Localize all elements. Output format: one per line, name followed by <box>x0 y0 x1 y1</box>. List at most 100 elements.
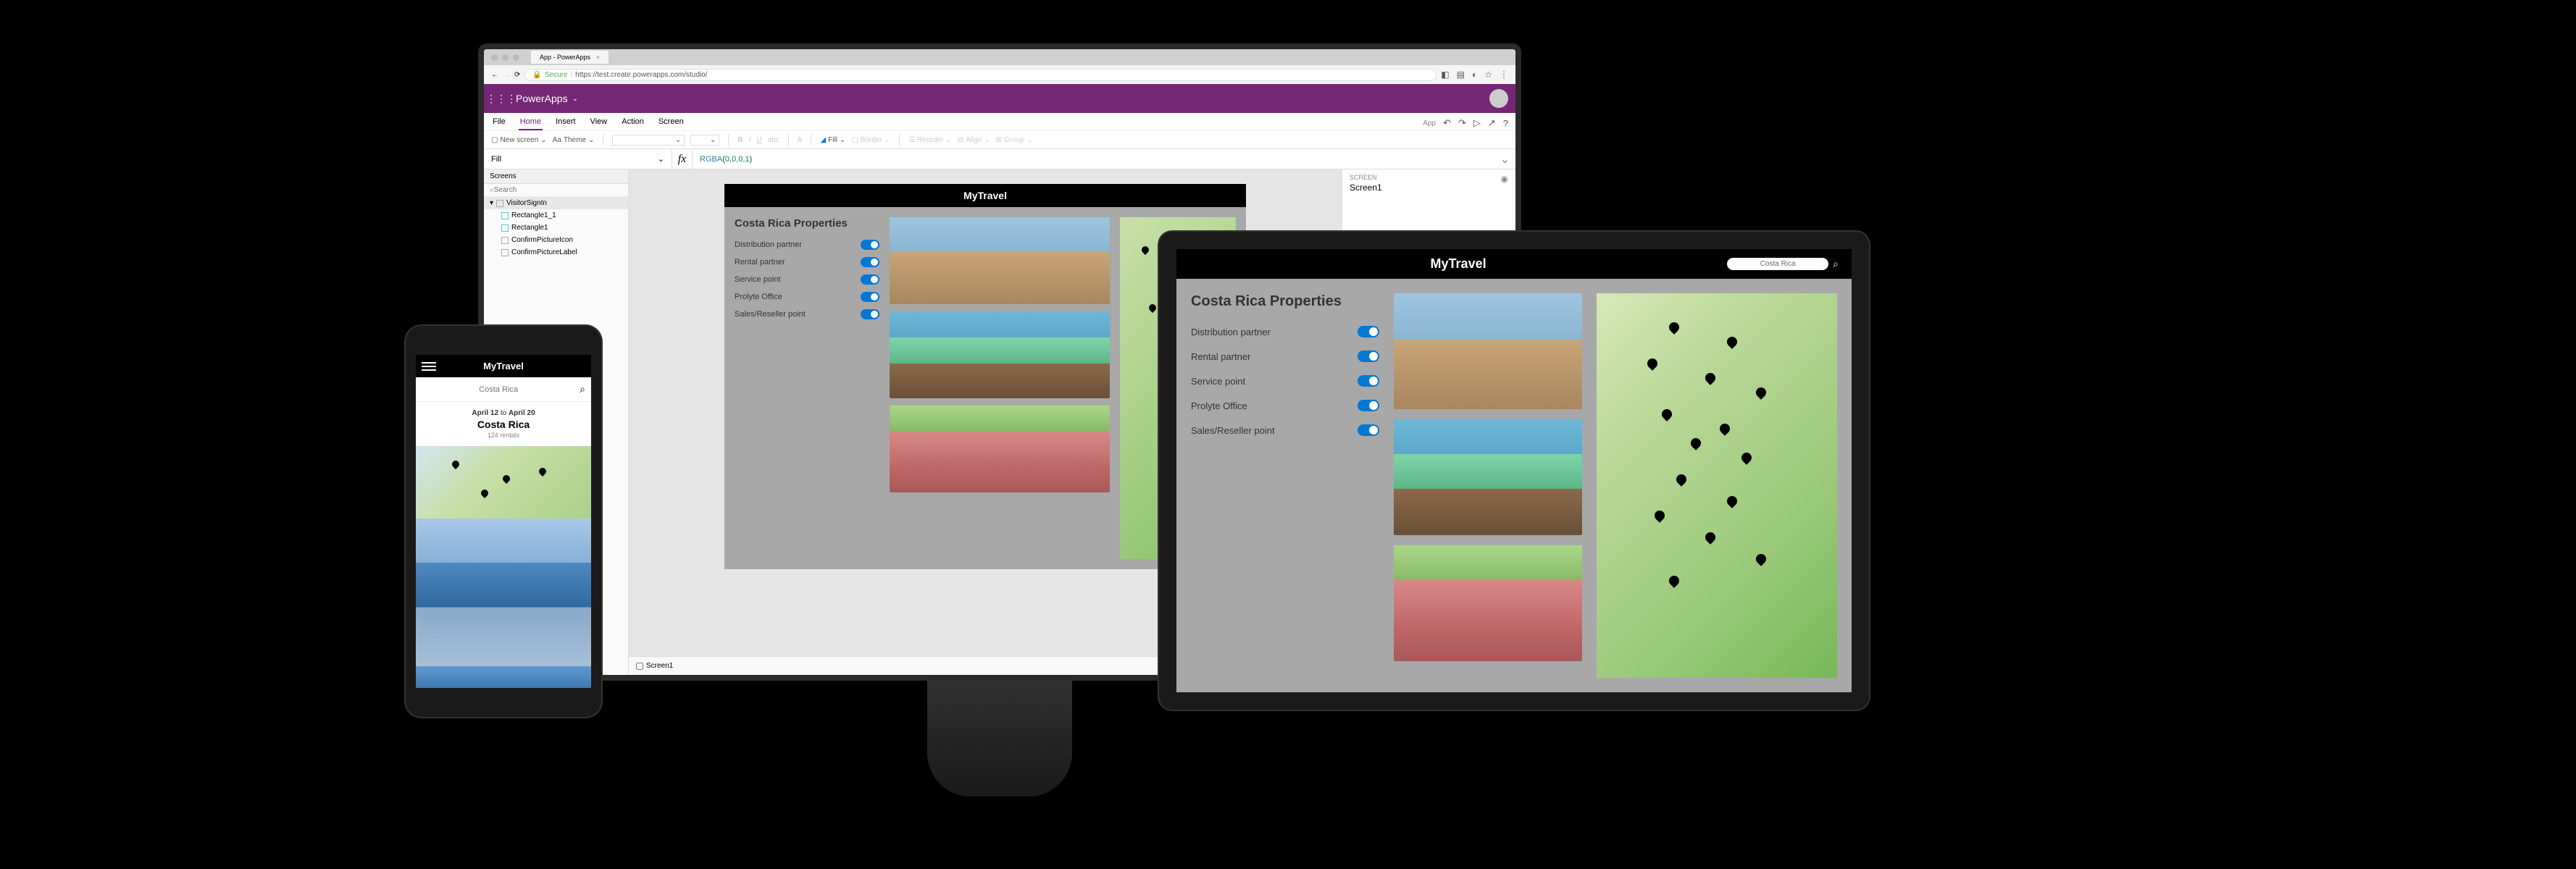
help-icon[interactable]: ? <box>1503 118 1508 129</box>
tab-view[interactable]: View <box>589 116 609 130</box>
map-pin-icon[interactable] <box>1149 304 1156 314</box>
menu-icon[interactable]: ⋮ <box>1500 70 1508 80</box>
toggle-switch[interactable] <box>861 274 879 285</box>
italic-icon[interactable]: I <box>749 136 751 144</box>
property-image[interactable] <box>890 311 1110 398</box>
property-image[interactable] <box>416 666 591 688</box>
nav-back-icon[interactable]: ← <box>491 71 498 79</box>
new-screen-button[interactable]: ▢ New screen ⌄ <box>491 136 547 144</box>
fill-button[interactable]: ◢ Fill ⌄ <box>820 136 845 144</box>
map-pin-icon[interactable] <box>452 461 459 471</box>
align-button[interactable]: ⊟ Align ⌄ <box>958 136 990 144</box>
tree-search[interactable]: ⌕ <box>484 184 628 197</box>
map-pin-icon[interactable] <box>481 490 488 500</box>
map-pin-icon[interactable] <box>1669 322 1679 335</box>
strike-icon[interactable]: abc <box>768 136 779 144</box>
map-pin-icon[interactable] <box>1676 474 1686 487</box>
tab-action[interactable]: Action <box>620 116 645 130</box>
map-pin-icon[interactable] <box>1669 576 1679 589</box>
map-pin-icon[interactable] <box>1756 554 1766 567</box>
tree-item[interactable]: ConfirmPictureIcon <box>484 234 628 246</box>
tab-screen[interactable]: Screen <box>657 116 685 130</box>
underline-icon[interactable]: U <box>756 136 761 144</box>
play-icon[interactable]: ▷ <box>1473 117 1481 129</box>
toggle-switch[interactable] <box>1358 326 1379 337</box>
toggle-switch[interactable] <box>861 240 879 250</box>
tab-home[interactable]: Home <box>519 116 543 130</box>
window-dot[interactable] <box>491 54 498 61</box>
ext-icon[interactable]: ☆ <box>1484 70 1492 80</box>
font-color-icon[interactable]: A <box>798 136 803 144</box>
window-dot[interactable] <box>502 54 509 61</box>
toggle-switch[interactable] <box>1358 424 1379 436</box>
map-pin-icon[interactable] <box>1705 532 1715 545</box>
nav-fwd-icon[interactable]: → <box>503 71 510 79</box>
tree-screen-item[interactable]: ▾ VisitorSignIn <box>484 197 628 209</box>
collapse-icon[interactable]: ▾ <box>490 199 493 207</box>
property-select[interactable]: Fill ⌄ <box>484 149 672 169</box>
search-icon[interactable]: ⌕ <box>580 383 585 395</box>
map-pin-icon[interactable] <box>1142 246 1149 256</box>
search-bar[interactable]: ⌕ <box>416 377 591 402</box>
chevron-down-icon[interactable]: ⌄ <box>572 95 578 103</box>
formula-input[interactable]: RGBA(0,0,0,1) <box>693 154 1494 164</box>
toggle-switch[interactable] <box>1358 350 1379 362</box>
map-pin-icon[interactable] <box>1727 337 1737 350</box>
map-view[interactable] <box>1597 293 1837 678</box>
theme-button[interactable]: Aa Theme ⌄ <box>553 136 595 144</box>
props-menu-icon[interactable]: ◉ <box>1501 174 1508 184</box>
toggle-switch[interactable] <box>861 292 879 302</box>
reload-icon[interactable]: ⟳ <box>514 71 520 79</box>
map-pin-icon[interactable] <box>539 468 546 478</box>
search-input[interactable]: Costa Rica <box>1727 258 1828 270</box>
tree-item[interactable]: ConfirmPictureLabel <box>484 246 628 259</box>
reorder-button[interactable]: ☰ Reorder ⌄ <box>908 136 952 144</box>
font-select[interactable]: ⌄ <box>612 135 685 146</box>
property-image[interactable] <box>1394 419 1582 535</box>
tab-insert[interactable]: Insert <box>554 116 577 130</box>
property-image[interactable] <box>890 217 1110 304</box>
hamburger-icon[interactable] <box>422 362 436 371</box>
group-button[interactable]: ⊞ Group ⌄ <box>996 136 1033 144</box>
toggle-switch[interactable] <box>1358 400 1379 411</box>
browser-tab[interactable]: App - PowerApps × <box>531 51 609 64</box>
redo-icon[interactable]: ↷ <box>1458 117 1466 129</box>
map-pin-icon[interactable] <box>1756 387 1766 400</box>
ext-icon[interactable]: ◐ <box>1472 70 1477 80</box>
toggle-switch[interactable] <box>861 309 879 319</box>
search-input[interactable] <box>494 186 622 194</box>
window-dot[interactable] <box>513 54 519 61</box>
map-pin-icon[interactable] <box>1727 496 1737 509</box>
undo-icon[interactable]: ↶ <box>1443 117 1451 129</box>
size-select[interactable]: ⌄ <box>690 135 719 146</box>
url-bar[interactable]: 🔒 Secure | https://test.create.powerapps… <box>524 69 1437 81</box>
property-image[interactable] <box>1394 293 1582 409</box>
toggle-switch[interactable] <box>1358 375 1379 387</box>
search-input[interactable] <box>422 385 575 394</box>
map-pin-icon[interactable] <box>503 475 510 485</box>
bold-icon[interactable]: B <box>737 136 743 144</box>
property-image[interactable] <box>890 406 1110 492</box>
tab-file[interactable]: File <box>491 116 507 130</box>
map-pin-icon[interactable] <box>1741 453 1752 466</box>
ext-icon[interactable]: ◧ <box>1441 70 1449 80</box>
waffle-icon[interactable]: ⋮⋮⋮ <box>491 88 511 109</box>
tree-item[interactable]: Rectangle1_1 <box>484 209 628 222</box>
search-icon[interactable]: ⌕ <box>1833 258 1839 270</box>
map-pin-icon[interactable] <box>1691 438 1701 451</box>
avatar[interactable] <box>1489 89 1508 108</box>
map-pin-icon[interactable] <box>1655 511 1665 524</box>
share-icon[interactable]: ↗ <box>1488 117 1496 129</box>
map-pin-icon[interactable] <box>1720 424 1730 437</box>
close-icon[interactable]: × <box>596 54 600 61</box>
map-pin-icon[interactable] <box>1705 373 1715 386</box>
map-pin-icon[interactable] <box>1662 409 1672 422</box>
chevron-down-icon[interactable]: ⌄ <box>1494 152 1515 167</box>
screen-checkbox[interactable] <box>636 663 643 670</box>
border-button[interactable]: ▢ Border ⌄ <box>851 136 890 144</box>
map-view[interactable] <box>416 446 591 519</box>
toggle-switch[interactable] <box>861 257 879 267</box>
property-image[interactable] <box>1394 545 1582 661</box>
property-image[interactable] <box>416 519 591 666</box>
tree-item[interactable]: Rectangle1 <box>484 222 628 234</box>
